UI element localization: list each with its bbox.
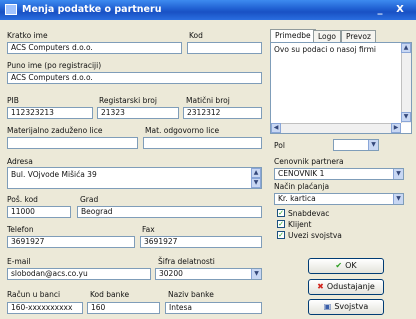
- post-kod-label: Poš. kod: [7, 195, 38, 204]
- grad-field[interactable]: Beograd: [77, 206, 262, 218]
- tab-primedbe[interactable]: Primedbe: [270, 29, 316, 42]
- nacin-placanja-dropdown-icon[interactable]: ▼: [393, 194, 403, 204]
- uvezi-svojstva-checkbox[interactable]: ✓: [277, 231, 285, 239]
- fax-field[interactable]: 3691927: [140, 236, 262, 248]
- cancel-button[interactable]: ✖ Odustajanje: [308, 279, 384, 295]
- uvezi-svojstva-label: Uvezi svojstva: [288, 231, 342, 240]
- properties-icon: ▣: [323, 302, 332, 311]
- notes-scroll-up-icon[interactable]: ▲: [401, 43, 411, 53]
- grad-label: Grad: [80, 195, 99, 204]
- close-button[interactable]: X: [392, 2, 408, 17]
- kratko-ime-label: Kratko ime: [7, 31, 48, 40]
- cancel-label: Odustajanje: [326, 282, 375, 291]
- adresa-scroll-down-icon[interactable]: ▼: [251, 178, 261, 188]
- puno-ime-label: Puno ime (po registraciji): [7, 61, 102, 70]
- nacin-placanja-value: Kr. kartica: [278, 194, 316, 203]
- notes-textarea[interactable]: Ovo su podaci o nasoj firmi: [270, 42, 412, 134]
- tab-prevoz[interactable]: Prevoz: [341, 30, 376, 42]
- materijalno-lice-field[interactable]: [7, 137, 138, 149]
- tab-logo[interactable]: Logo: [313, 30, 341, 42]
- minimize-button[interactable]: _: [372, 2, 388, 17]
- pol-dropdown-icon[interactable]: ▼: [368, 140, 378, 150]
- cancel-x-icon: ✖: [317, 282, 324, 291]
- nacin-placanja-label: Način plaćanja: [274, 182, 330, 191]
- ok-button[interactable]: ✔ OK: [308, 258, 384, 274]
- kod-banke-field[interactable]: 160: [87, 302, 160, 314]
- adresa-value: Bul. VOjvode Mišića 39: [11, 170, 97, 179]
- naziv-banke-label: Naziv banke: [168, 290, 214, 299]
- telefon-label: Telefon: [7, 225, 34, 234]
- ok-label: OK: [345, 261, 357, 270]
- pol-label: Pol: [274, 141, 285, 150]
- adresa-scroll-up-icon[interactable]: ▲: [251, 168, 261, 178]
- notes-horizontal-scrollbar[interactable]: [271, 123, 401, 133]
- properties-label: Svojstva: [334, 302, 369, 311]
- checkmark-icon: ✔: [335, 261, 343, 270]
- telefon-field[interactable]: 3691927: [7, 236, 135, 248]
- mat-odgovorno-lice-label: Mat. odgovorno lice: [145, 126, 220, 135]
- maticni-broj-field[interactable]: 2312312: [183, 107, 262, 119]
- materijalno-lice-label: Materijalno zaduženo lice: [7, 126, 103, 135]
- sifra-delatnosti-value: 30200: [159, 269, 183, 278]
- racun-label: Račun u banci: [7, 290, 61, 299]
- sifra-delatnosti-label: Šifra delatnosti: [158, 257, 215, 266]
- kratko-ime-field[interactable]: ACS Computers d.o.o.: [7, 42, 182, 54]
- window-title: Menja podatke o partneru: [22, 4, 162, 15]
- fax-label: Fax: [142, 225, 155, 234]
- racun-field[interactable]: 160-xxxxxxxxxx: [7, 302, 83, 314]
- cenovnik-dropdown-icon[interactable]: ▼: [393, 169, 403, 179]
- pib-label: PIB: [7, 96, 19, 105]
- puno-ime-field[interactable]: ACS Computers d.o.o.: [7, 72, 262, 84]
- notes-scroll-left-icon[interactable]: ◀: [271, 123, 281, 133]
- adresa-field[interactable]: Bul. VOjvode Mišića 39: [7, 167, 262, 189]
- pib-field[interactable]: 112323213: [7, 107, 93, 119]
- email-field[interactable]: slobodan@acs.co.yu: [7, 268, 151, 280]
- app-icon: [5, 4, 17, 15]
- adresa-label: Adresa: [7, 157, 33, 166]
- mat-odgovorno-lice-field[interactable]: [143, 137, 262, 149]
- pol-select[interactable]: ▼: [333, 139, 379, 151]
- klijent-label: Klijent: [288, 220, 312, 229]
- notes-scroll-right-icon[interactable]: ▶: [391, 123, 401, 133]
- cenovnik-label: Cenovnik partnera: [274, 157, 344, 166]
- nacin-placanja-select[interactable]: Kr. kartica ▼: [274, 193, 404, 205]
- notes-text: Ovo su podaci o nasoj firmi: [274, 45, 377, 54]
- snabdevac-checkbox[interactable]: ✓: [277, 209, 285, 217]
- sifra-delatnosti-field[interactable]: 30200 ▼: [155, 268, 262, 280]
- post-kod-field[interactable]: 11000: [7, 206, 71, 218]
- kod-banke-label: Kod banke: [90, 290, 130, 299]
- sifra-dropdown-icon[interactable]: ▼: [251, 269, 261, 279]
- partner-edit-window: Menja podatke o partneru _ X Kratko ime …: [0, 0, 416, 319]
- klijent-checkbox[interactable]: ✓: [277, 220, 285, 228]
- kod-label: Kod: [189, 31, 203, 40]
- kod-field[interactable]: [187, 42, 262, 54]
- cenovnik-select[interactable]: CENOVNIK 1 ▼: [274, 168, 404, 180]
- registarski-broj-label: Registarski broj: [99, 96, 157, 105]
- registarski-broj-field[interactable]: 21323: [97, 107, 179, 119]
- naziv-banke-field[interactable]: Intesa: [165, 302, 262, 314]
- title-bar[interactable]: Menja podatke o partneru _ X: [0, 0, 416, 20]
- notes-scroll-down-icon[interactable]: ▼: [401, 112, 411, 122]
- properties-button[interactable]: ▣ Svojstva: [308, 299, 384, 315]
- notes-vertical-scrollbar[interactable]: [401, 43, 411, 123]
- email-label: E-mail: [7, 257, 31, 266]
- cenovnik-value: CENOVNIK 1: [278, 169, 325, 178]
- maticni-broj-label: Matični broj: [186, 96, 230, 105]
- snabdevac-label: Snabdevac: [288, 209, 330, 218]
